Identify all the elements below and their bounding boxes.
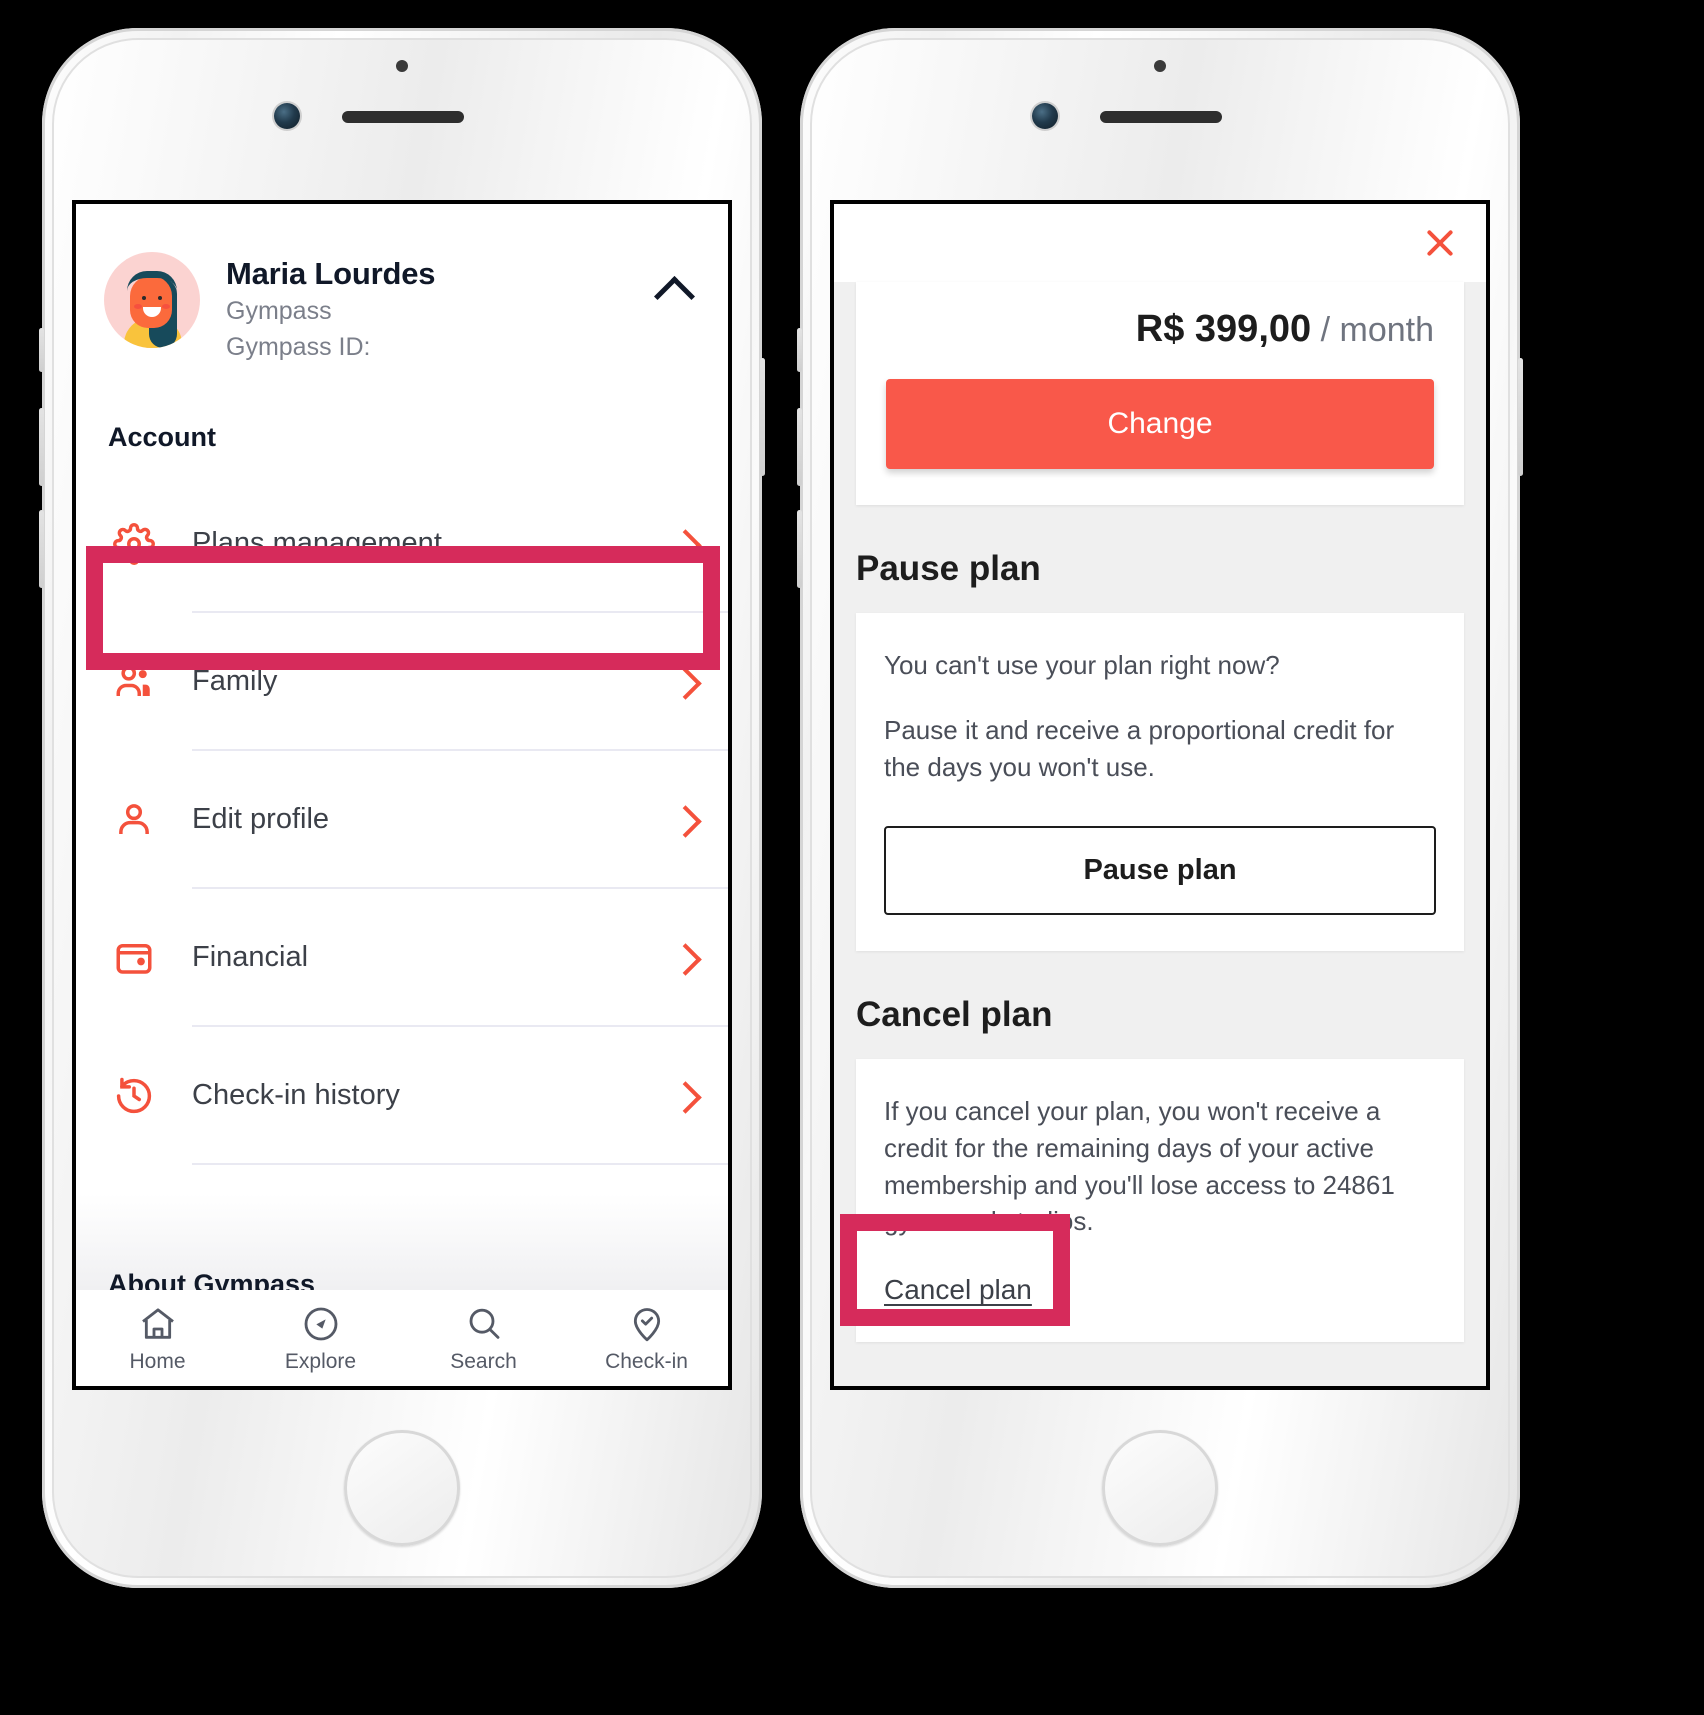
proximity-sensor-icon (1154, 60, 1166, 72)
history-icon (106, 1068, 162, 1124)
plan-price-amount: R$ 399,00 (1135, 308, 1312, 350)
pause-plan-description: Pause it and receive a proportional cred… (884, 714, 1395, 782)
profile-text: Maria Lourdes Gympass Gympass ID: (226, 252, 435, 364)
menu-item-plans-management[interactable]: Plans management (76, 474, 728, 613)
menu-item-family[interactable]: Family (76, 612, 728, 751)
mute-switch-right[interactable] (797, 328, 802, 372)
row-divider (192, 1162, 728, 1165)
earpiece-speaker-icon (342, 111, 464, 123)
person-icon (106, 792, 162, 848)
home-button-right[interactable] (1102, 1430, 1218, 1546)
volume-down-button-right[interactable] (797, 510, 802, 588)
tab-checkin[interactable]: Check-in (565, 1304, 728, 1374)
volume-up-button-right[interactable] (797, 408, 802, 486)
tab-explore[interactable]: Explore (239, 1304, 402, 1374)
menu-item-checkin-history[interactable]: Check-in history (76, 1026, 728, 1165)
account-menu-list: Plans management Family Edit profile Fin… (76, 474, 728, 1165)
front-camera-icon (1032, 103, 1058, 129)
pause-plan-button[interactable]: Pause plan (884, 825, 1436, 915)
pause-plan-heading: Pause plan (856, 549, 1041, 588)
mute-switch-left[interactable] (39, 328, 44, 372)
menu-item-financial[interactable]: Financial (76, 888, 728, 1027)
profile-header[interactable]: Maria Lourdes Gympass Gympass ID: (76, 204, 728, 364)
menu-item-edit-profile[interactable]: Edit profile (76, 750, 728, 889)
tab-home[interactable]: Home (76, 1304, 239, 1374)
menu-item-label: Check-in history (192, 1079, 400, 1112)
menu-item-label: Family (192, 665, 278, 698)
tab-label: Check-in (605, 1349, 688, 1373)
tab-search[interactable]: Search (402, 1304, 565, 1374)
avatar (104, 252, 200, 348)
home-button-left[interactable] (344, 1430, 460, 1546)
gear-icon (106, 516, 162, 572)
pause-plan-card: You can't use your plan right now? Pause… (856, 613, 1464, 951)
plan-price-line: R$ 399,00 / month (886, 292, 1434, 379)
section-heading-account: Account (108, 421, 216, 452)
phone-device-left: Maria Lourdes Gympass Gympass ID: Accoun… (39, 28, 765, 1588)
menu-item-label: Plans management (192, 527, 442, 560)
close-icon[interactable] (1420, 223, 1460, 263)
chevron-right-icon (672, 532, 696, 556)
cancel-plan-link[interactable]: Cancel plan (884, 1274, 1032, 1306)
cancel-plan-description: If you cancel your plan, you won't recei… (884, 1095, 1395, 1237)
profile-company: Gympass (226, 296, 332, 325)
tab-label: Home (129, 1349, 186, 1373)
chevron-right-icon (672, 670, 696, 694)
power-button-left[interactable] (760, 358, 765, 476)
power-button-right[interactable] (1518, 358, 1523, 476)
change-plan-button[interactable]: Change (886, 379, 1434, 469)
sheet-header (834, 204, 1486, 282)
screenshot-stage: Maria Lourdes Gympass Gympass ID: Accoun… (0, 0, 1704, 1715)
tab-label: Explore (284, 1349, 357, 1373)
volume-down-button-left[interactable] (39, 510, 44, 588)
chevron-right-icon (672, 1084, 696, 1108)
profile-name: Maria Lourdes (226, 256, 436, 291)
front-camera-icon (274, 103, 300, 129)
proximity-sensor-icon (396, 60, 408, 72)
wallet-icon (106, 930, 162, 986)
tab-label: Search (450, 1349, 517, 1373)
menu-item-label: Financial (192, 941, 309, 974)
volume-up-button-left[interactable] (39, 408, 44, 486)
phone-device-right: R$ 399,00 / month Change Pause plan You … (797, 28, 1523, 1588)
profile-gympass-id: Gympass ID: (226, 332, 371, 361)
plan-price-period: / month (1320, 311, 1434, 349)
earpiece-speaker-icon (1100, 111, 1222, 123)
pause-plan-question: You can't use your plan right now? (884, 650, 1280, 680)
chevron-right-icon (672, 946, 696, 970)
chevron-up-icon[interactable] (654, 268, 694, 308)
people-icon (106, 654, 162, 710)
chevron-right-icon (672, 808, 696, 832)
plans-management-screen: R$ 399,00 / month Change Pause plan You … (830, 200, 1490, 1390)
current-plan-card: R$ 399,00 / month Change (856, 282, 1464, 505)
cancel-plan-card: If you cancel your plan, you won't recei… (856, 1058, 1464, 1343)
account-screen: Maria Lourdes Gympass Gympass ID: Accoun… (72, 200, 732, 1390)
menu-item-label: Edit profile (192, 803, 330, 836)
bottom-tab-bar: Home Explore Search Check-in (76, 1290, 728, 1386)
cancel-plan-heading: Cancel plan (856, 994, 1053, 1034)
